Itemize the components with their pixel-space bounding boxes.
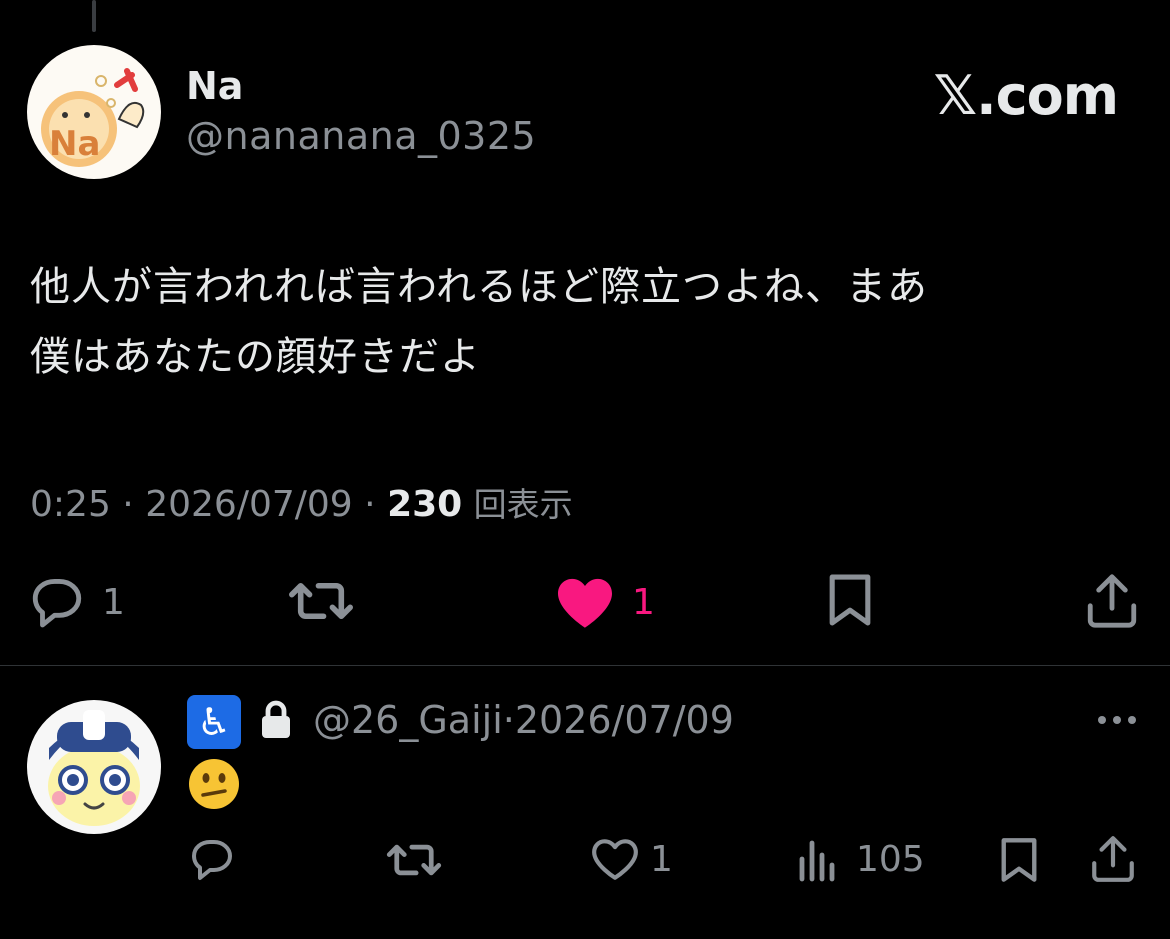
- author-display-name[interactable]: Na: [186, 64, 243, 108]
- meta-separator: ·: [122, 484, 134, 525]
- reply-icon: [192, 840, 232, 880]
- ellipsis-icon: [1098, 716, 1136, 724]
- avatar-image: [27, 700, 161, 834]
- reply-date[interactable]: 2026/07/09: [515, 698, 734, 742]
- bookmark-icon: [1001, 838, 1037, 882]
- avatar-image: Na: [27, 45, 161, 179]
- share-icon: [1092, 836, 1134, 882]
- reply-view-count: 105: [856, 838, 925, 880]
- svg-text:Na: Na: [49, 124, 100, 164]
- reply-share-button[interactable]: [1090, 834, 1136, 884]
- reply-retweet-button[interactable]: [386, 838, 442, 882]
- lock-icon: [258, 700, 294, 744]
- share-button[interactable]: [1085, 572, 1139, 630]
- tweet-text: 他人が言われれば言われるほど際立つよね、まあ 僕はあなたの顔好きだよ: [30, 252, 1120, 392]
- x-com-logo: 𝕏.com: [933, 64, 1119, 127]
- bookmark-button[interactable]: [826, 572, 874, 628]
- confused-face-emoji: [188, 758, 240, 810]
- analytics-icon: [799, 840, 835, 882]
- reply-author-avatar[interactable]: [27, 700, 161, 834]
- tweet-time[interactable]: 0:25: [30, 484, 111, 525]
- reply-bookmark-button[interactable]: [998, 836, 1040, 884]
- view-count: 230: [387, 484, 463, 525]
- tweet-text-line-1: 他人が言われれば言われるほど際立つよね、まあ: [30, 264, 928, 310]
- thread-connector-line: [92, 0, 96, 32]
- reply-meta: @26_Gaiji·2026/07/09: [313, 698, 734, 742]
- bookmark-icon: [829, 574, 871, 626]
- like-button[interactable]: 1: [554, 575, 655, 629]
- author-avatar[interactable]: Na: [27, 45, 161, 179]
- reply-views-button[interactable]: 105: [796, 836, 925, 882]
- author-handle[interactable]: @nanana​na_0325: [186, 114, 536, 158]
- tweet-meta: 0:25 · 2026/07/09 · 230 回表示: [30, 478, 573, 526]
- like-count: 1: [632, 581, 655, 623]
- reply-like-count: 1: [650, 838, 673, 880]
- share-icon: [1087, 574, 1137, 628]
- view-count-label: 回表示: [473, 485, 573, 524]
- more-options-button[interactable]: [1096, 712, 1138, 731]
- reply-count: 1: [102, 581, 125, 623]
- retweet-button[interactable]: [288, 575, 354, 627]
- tweet-date[interactable]: 2026/07/09: [145, 484, 353, 525]
- retweet-icon: [386, 844, 442, 876]
- reply-reply-button[interactable]: [188, 836, 236, 882]
- tweet-text-line-2: 僕はあなたの顔好きだよ: [30, 334, 481, 380]
- reply-like-button[interactable]: 1: [590, 836, 673, 882]
- reply-icon: [32, 579, 82, 628]
- heart-filled-icon: [558, 578, 612, 628]
- retweet-icon: [289, 582, 353, 620]
- reply-button[interactable]: 1: [28, 575, 125, 629]
- heart-outline-icon: [592, 839, 638, 880]
- accessibility-icon: ♿: [187, 695, 241, 749]
- meta-separator: ·: [364, 484, 376, 525]
- divider: [0, 665, 1170, 666]
- meta-separator: ·: [502, 698, 515, 742]
- reply-handle[interactable]: @26_Gaiji: [313, 698, 503, 742]
